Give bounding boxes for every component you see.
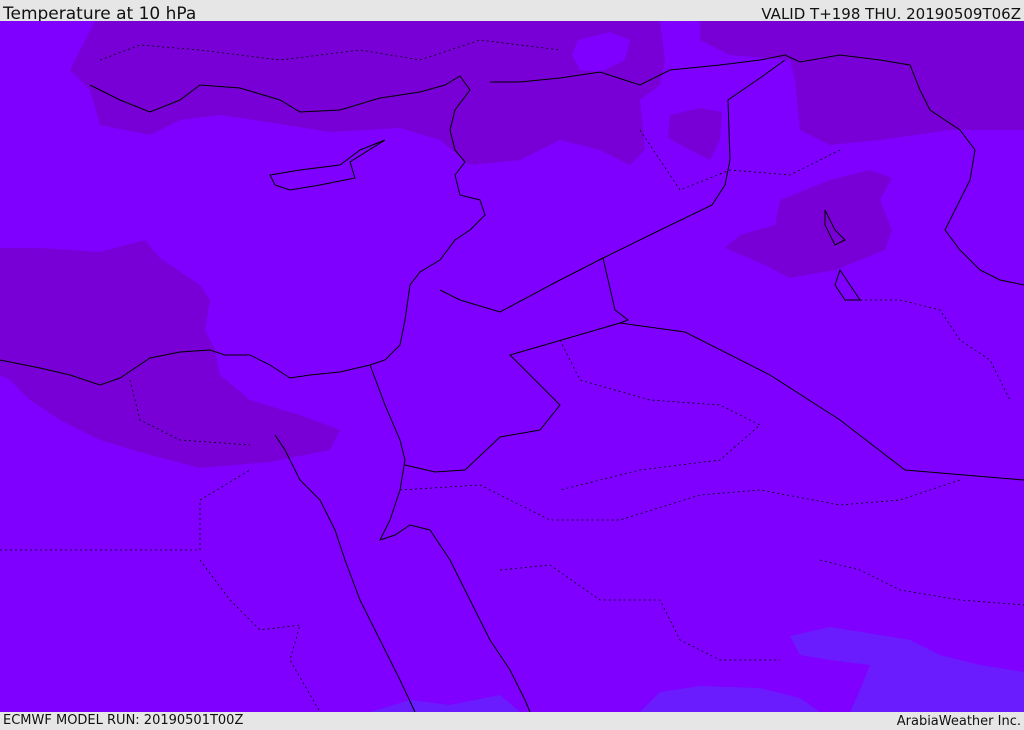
temperature-map [0, 21, 1024, 712]
header-bar: Temperature at 10 hPa VALID T+198 THU. 2… [0, 0, 1024, 24]
footer-bar: ECMWF MODEL RUN: 20190501T00Z ArabiaWeat… [0, 712, 1024, 729]
model-run-label: ECMWF MODEL RUN: 20190501T00Z [3, 713, 244, 728]
credit-label: ArabiaWeather Inc. [896, 714, 1021, 729]
